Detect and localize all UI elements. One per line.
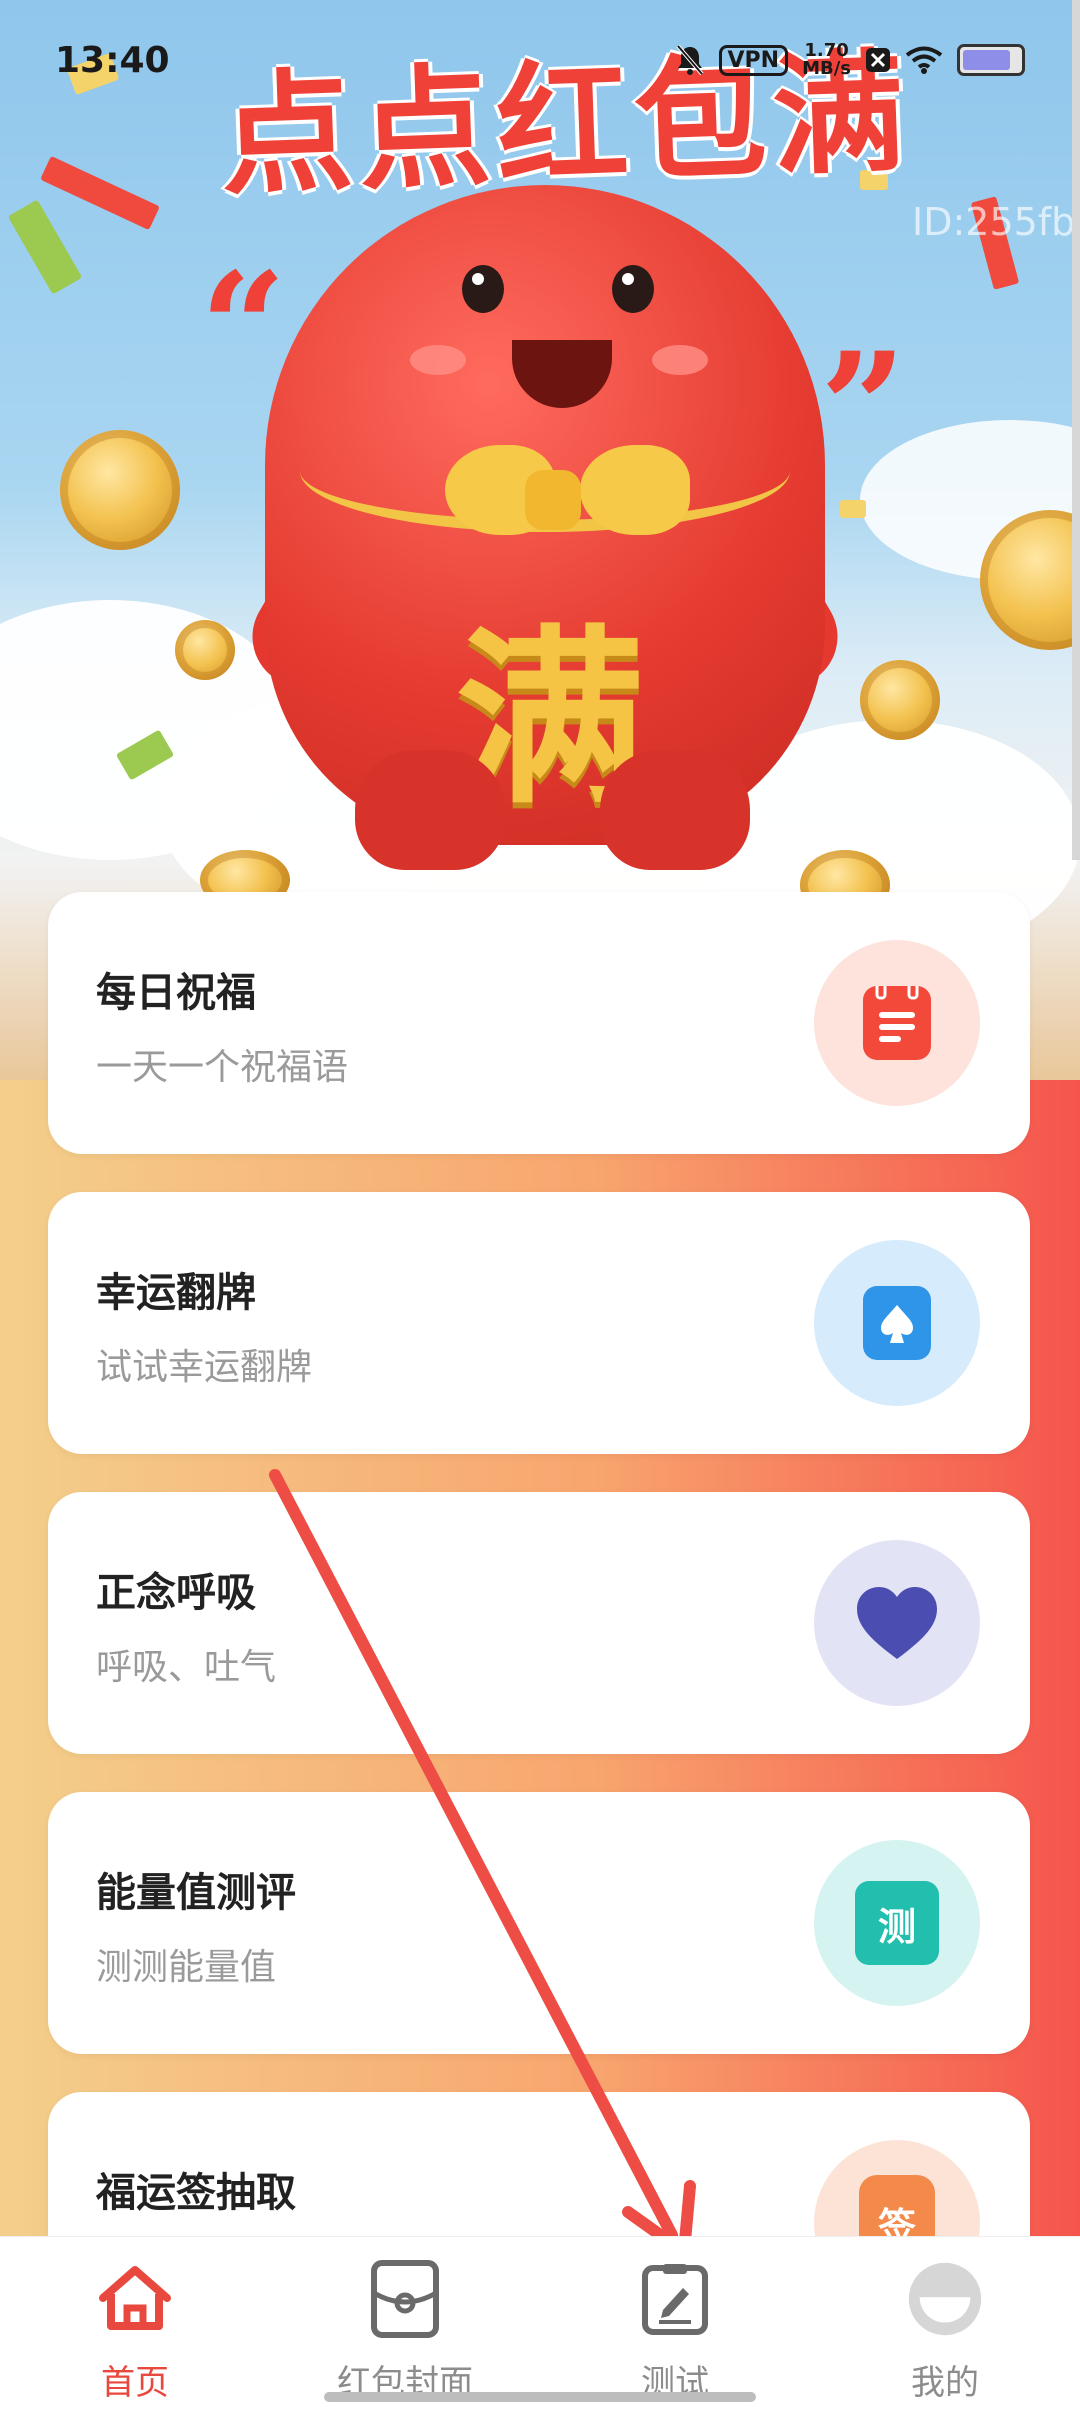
wifi-icon (905, 46, 943, 74)
network-speed-unit: MB/s (802, 58, 851, 79)
card-title: 福运签抽取 (96, 2170, 296, 2216)
card-title: 能量值测评 (96, 1870, 296, 1916)
mascot-blush (410, 345, 466, 375)
card-title: 正念呼吸 (96, 1570, 256, 1616)
spade-glyph (881, 1305, 913, 1343)
scrollbar[interactable] (1072, 0, 1080, 860)
nav-mine[interactable]: 我的 (810, 2237, 1080, 2409)
mascot-blush (652, 345, 708, 375)
banner-id-text: ID:255fb (912, 200, 1076, 244)
test-tile-icon: 测 (855, 1881, 939, 1965)
spade-card-icon (863, 1286, 931, 1360)
nav-label: 我的 (911, 2363, 979, 2403)
nav-test[interactable]: 测试 (540, 2237, 810, 2409)
bow-center (525, 470, 581, 530)
card-title: 每日祝福 (96, 970, 256, 1016)
nav-red-packet-cover[interactable]: 红包封面 (270, 2237, 540, 2409)
card-mindful-breathing[interactable]: 正念呼吸 呼吸、吐气 (48, 1492, 1030, 1754)
coin-decoration (175, 620, 235, 680)
avatar-icon (907, 2261, 983, 2337)
card-subtitle: 一天一个祝福语 (96, 1047, 349, 1088)
mascot-foot (355, 750, 505, 870)
red-packet-cover-icon (367, 2260, 443, 2338)
card-icon-circle: 测 (814, 1840, 980, 2006)
card-subtitle: 呼吸、吐气 (96, 1647, 277, 1688)
battery-icon (957, 44, 1025, 76)
card-subtitle: 试试幸运翻牌 (96, 1347, 313, 1388)
bow-right (580, 445, 690, 535)
mascot-eye (612, 265, 654, 313)
home-indicator[interactable] (324, 2392, 756, 2402)
notepad-icon (863, 986, 931, 1060)
ribbon-decoration (7, 199, 83, 295)
card-icon-circle (814, 1240, 980, 1406)
coin-decoration (60, 430, 180, 550)
confetti (840, 500, 866, 518)
card-subtitle: 测测能量值 (96, 1947, 277, 1988)
test-edit-icon (637, 2261, 713, 2337)
card-lucky-flip[interactable]: 幸运翻牌 试试幸运翻牌 (48, 1192, 1030, 1454)
quote-open-decoration: “ (200, 240, 287, 416)
ribbon-decoration (40, 155, 160, 231)
bell-muted-icon (675, 44, 704, 76)
status-icons: VPN 1.70 MB/s (675, 42, 1025, 78)
heart-icon (857, 1587, 937, 1659)
status-time: 13:40 (55, 39, 170, 81)
card-title: 幸运翻牌 (96, 1270, 256, 1316)
home-icon (97, 2261, 173, 2337)
card-icon-circle (814, 1540, 980, 1706)
mascot-eye (462, 265, 504, 313)
network-speed: 1.70 MB/s (802, 42, 851, 78)
notepad-icon-glyph (875, 986, 919, 1042)
coin-decoration (860, 660, 940, 740)
battery-level (963, 50, 1010, 70)
sim-x-icon (866, 48, 890, 72)
nav-home[interactable]: 首页 (0, 2237, 270, 2409)
vpn-indicator: VPN (718, 44, 789, 76)
mascot-foot (600, 750, 750, 870)
quote-close-decoration: ” (820, 320, 907, 496)
feature-list: 每日祝福 一天一个祝福语 幸运翻牌 试试幸运翻牌 正念呼吸 呼吸、吐气 能量值测… (0, 892, 1080, 2352)
card-energy-test[interactable]: 能量值测评 测测能量值 测 (48, 1792, 1030, 2054)
status-bar: 13:40 VPN 1.70 MB/s (0, 0, 1080, 120)
bottom-navigation: 首页 红包封面 测试 我的 (0, 2236, 1080, 2409)
nav-label: 首页 (101, 2363, 169, 2403)
card-icon-circle (814, 940, 980, 1106)
card-daily-blessing[interactable]: 每日祝福 一天一个祝福语 (48, 892, 1030, 1154)
